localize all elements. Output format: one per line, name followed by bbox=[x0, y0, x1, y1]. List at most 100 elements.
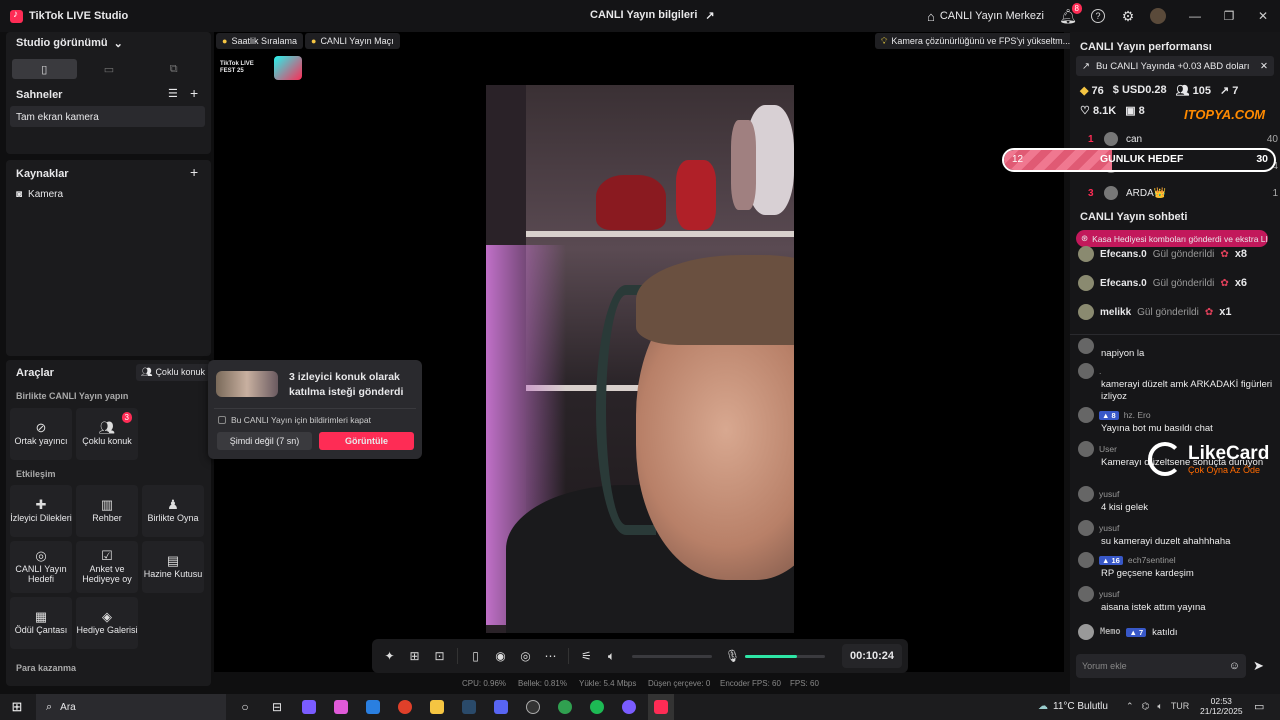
gifter-row[interactable]: 3 ARDA👑 1 bbox=[1088, 186, 1278, 200]
widgets-button[interactable]: ⊟ bbox=[264, 694, 290, 720]
tool-tile[interactable]: ♟ Birlikte Oyna bbox=[142, 485, 204, 537]
network-icon[interactable]: ⌬ bbox=[1142, 701, 1150, 712]
fest-logo: TikTok LIVE FEST 25 bbox=[220, 55, 312, 80]
settings-button[interactable]: ⚙ bbox=[1118, 6, 1138, 26]
send-icon[interactable]: ➤ bbox=[1253, 658, 1264, 674]
app-2[interactable] bbox=[328, 694, 354, 720]
list-icon[interactable]: ☰ bbox=[168, 87, 178, 100]
app-chrome[interactable] bbox=[392, 694, 418, 720]
not-now-button[interactable]: Şimdi değil (7 sn) bbox=[217, 432, 312, 450]
task-view-button[interactable]: ○ bbox=[232, 694, 258, 720]
profile-avatar[interactable] bbox=[1148, 6, 1168, 26]
mic-volume-slider[interactable] bbox=[745, 654, 825, 658]
camera-hint-chip[interactable]: 💡︎ Kamera çözünürlüğünü ve FPS'yi yükselt… bbox=[875, 33, 1077, 49]
app-1[interactable] bbox=[296, 694, 322, 720]
comment-input[interactable]: Yorum ekle ☺ bbox=[1076, 654, 1246, 678]
stat-label: Bellek: bbox=[518, 679, 543, 688]
app-3[interactable] bbox=[360, 694, 386, 720]
avatar bbox=[1078, 246, 1094, 262]
phone-button[interactable]: ▯ bbox=[463, 644, 488, 669]
mute-notifications-checkbox[interactable]: Bu CANLI Yayın için bildirimleri kapat bbox=[218, 415, 371, 425]
multi-guest-button[interactable]: 👥︎ Çoklu konuk bbox=[136, 364, 210, 381]
close-button[interactable]: ✕ bbox=[1246, 0, 1280, 32]
daily-goal-bar: 12 GUNLUK HEDEF 30 bbox=[1002, 148, 1276, 172]
view-button[interactable]: Görüntüle bbox=[319, 432, 414, 450]
app-discord-2[interactable] bbox=[616, 694, 642, 720]
stat-item: Bellek: 0.81% bbox=[518, 679, 567, 688]
volume-icon[interactable]: 🔈︎ bbox=[1157, 701, 1162, 712]
add-scene-icon[interactable]: + bbox=[190, 85, 198, 101]
minimize-button[interactable]: — bbox=[1178, 0, 1212, 32]
dual-option[interactable]: ⧉ bbox=[141, 59, 206, 79]
source-item[interactable]: ◙ Kamera bbox=[16, 189, 63, 200]
chat-meta: yusuf bbox=[1078, 586, 1274, 602]
tool-tile[interactable]: ▥ Rehber bbox=[76, 485, 138, 537]
weather-widget[interactable]: ☁ 11°C Bulutlu bbox=[1038, 701, 1108, 712]
notifications-button[interactable]: 🔔︎ 8 bbox=[1058, 3, 1082, 26]
figure-small bbox=[731, 120, 756, 210]
tool-tile[interactable]: ✚ İzleyici Dilekleri bbox=[10, 485, 72, 537]
audio-settings-button[interactable]: ⚟ bbox=[574, 644, 599, 669]
clock[interactable]: 02:53 21/12/2025 bbox=[1200, 696, 1243, 716]
goal-label: GUNLUK HEDEF bbox=[1100, 153, 1184, 165]
hourly-ranking-chip[interactable]: ● Saatlik Sıralama bbox=[216, 33, 303, 49]
notification-center-button[interactable]: ▭ bbox=[1254, 700, 1264, 713]
chevron-up-icon[interactable]: ⌃ bbox=[1126, 701, 1134, 712]
live-center-button[interactable]: ⌂ CANLI Yayın Merkezi bbox=[927, 9, 1044, 24]
tool-label: Anket ve Hediyeye oy bbox=[82, 563, 132, 584]
tool-tile[interactable]: ▦ Ödül Çantası bbox=[10, 597, 72, 649]
target-icon: ◎ bbox=[35, 547, 47, 563]
add-source-icon[interactable]: + bbox=[190, 164, 198, 180]
app-steam[interactable] bbox=[456, 694, 482, 720]
tool-tile[interactable]: ▤ Hazine Kutusu bbox=[142, 541, 204, 593]
app-explorer[interactable] bbox=[424, 694, 450, 720]
avatar bbox=[1078, 552, 1094, 568]
discord-icon bbox=[494, 700, 508, 714]
layout-button[interactable]: ⊞ bbox=[402, 644, 427, 669]
capture-button[interactable]: ◎ bbox=[513, 644, 538, 669]
divider bbox=[1070, 334, 1280, 335]
speaker-volume-slider[interactable] bbox=[632, 654, 712, 658]
tool-tile[interactable]: ⊘ Ortak yayıncı bbox=[10, 408, 72, 460]
scene-item[interactable]: Tam ekran kamera bbox=[10, 106, 205, 127]
gifter-row[interactable]: 1 can 40 bbox=[1088, 132, 1278, 146]
chat-text: RP geçsene kardeşim bbox=[1101, 568, 1194, 579]
app-discord[interactable] bbox=[488, 694, 514, 720]
gift-count: x8 bbox=[1234, 248, 1248, 260]
scene-switch-button[interactable]: ⊡ bbox=[427, 644, 452, 669]
right-panel: CANLI Yayın performansı ↗ Bu CANLI Yayın… bbox=[1070, 32, 1280, 694]
tool-label: Birlikte Oyna bbox=[147, 512, 199, 523]
tool-tile[interactable]: ◈ Hediye Galerisi bbox=[76, 597, 138, 649]
portrait-option[interactable]: ▯ bbox=[12, 59, 77, 79]
app-tiktok-live[interactable] bbox=[648, 694, 674, 720]
close-icon[interactable]: ✕ bbox=[1260, 61, 1268, 72]
shelf-1 bbox=[486, 231, 794, 237]
wish-icon: ✚ bbox=[35, 496, 47, 512]
app-chrome-2[interactable] bbox=[552, 694, 578, 720]
rose-icon: ✿ bbox=[1204, 306, 1214, 318]
help-button[interactable]: ? bbox=[1088, 6, 1108, 26]
camera-hint-label: Kamera çözünürlüğünü ve FPS'yi yükseltm.… bbox=[891, 36, 1071, 46]
more-button[interactable]: ⋯ bbox=[538, 644, 563, 669]
tool-tile[interactable]: ◎ CANLI Yayın Hedefi bbox=[10, 541, 72, 593]
viewers-stat: 👥︎ 105 bbox=[1175, 85, 1211, 97]
mic-button[interactable]: 🎙︎ bbox=[720, 644, 745, 669]
box-icon: ▣ bbox=[1125, 105, 1136, 117]
studio-view-dropdown[interactable]: Studio görünümü ⌄ bbox=[16, 37, 123, 50]
record-button[interactable]: ◉ bbox=[488, 644, 513, 669]
tool-tile[interactable]: 👥︎ Çoklu konuk 3 bbox=[76, 408, 138, 460]
live-match-chip[interactable]: ● CANLI Yayın Maçı bbox=[305, 33, 400, 49]
chrome-icon bbox=[558, 700, 572, 714]
language-label[interactable]: TUR bbox=[1171, 701, 1190, 712]
taskbar-search[interactable]: ⌕ Ara bbox=[36, 694, 226, 720]
effects-button[interactable]: ✦ bbox=[377, 644, 402, 669]
start-button[interactable]: ⊞ bbox=[4, 694, 30, 720]
maximize-button[interactable]: ❐ bbox=[1212, 0, 1246, 32]
emoji-icon[interactable]: ☺ bbox=[1229, 660, 1240, 672]
speaker-button[interactable]: 🔈︎ bbox=[599, 644, 624, 669]
app-obs[interactable] bbox=[520, 694, 546, 720]
live-info-button[interactable]: CANLI Yayın bilgileri ↗ bbox=[590, 9, 715, 22]
app-spotify[interactable] bbox=[584, 694, 610, 720]
tool-tile[interactable]: ☑ Anket ve Hediyeye oy bbox=[76, 541, 138, 593]
landscape-option[interactable]: ▭ bbox=[77, 59, 142, 79]
